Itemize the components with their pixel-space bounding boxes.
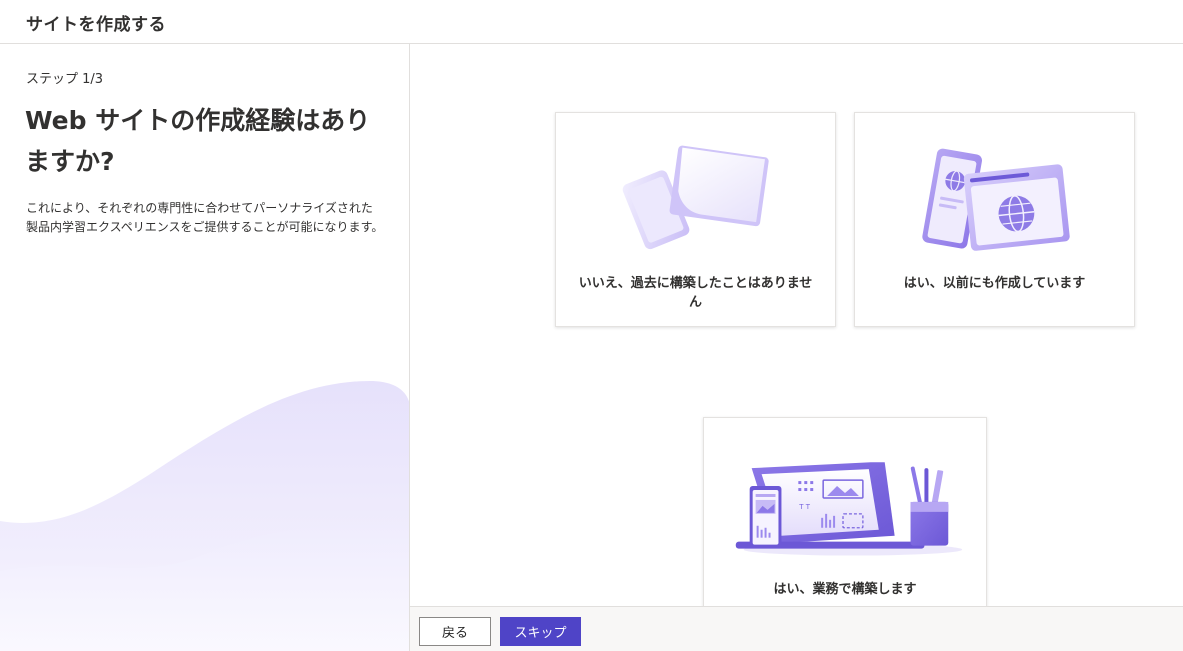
option-label-no-experience: いいえ、過去に構築したことはありません	[578, 276, 813, 310]
top-bar: サイトを作成する	[0, 0, 1183, 44]
footer-bar: 戻る スキップ	[410, 606, 1183, 651]
left-panel: ステップ 1/3 Web サイトの作成経験はありますか? これにより、それぞれの…	[0, 44, 410, 651]
svg-text:T T: T T	[798, 503, 810, 511]
back-button[interactable]: 戻る	[419, 617, 491, 646]
skip-button[interactable]: スキップ	[500, 617, 581, 646]
globe-pages-illustration	[922, 148, 1070, 251]
options-area: いいえ、過去に構築したことはありません はい、以前にも作成しています T T は…	[410, 44, 1183, 606]
step-indicator: ステップ 1/3	[26, 72, 104, 87]
page-title: サイトを作成する	[26, 15, 166, 35]
design-workspace-illustration: T T	[735, 462, 963, 556]
option-card-no-experience[interactable]: いいえ、過去に構築したことはありません	[555, 112, 836, 327]
option-card-professional[interactable]: T T はい、業務で構築します	[703, 417, 987, 606]
option-label-professional: はい、業務で構築します	[773, 582, 917, 597]
question-description: これにより、それぞれの専門性に合わせてパーソナライズされた製品内学習エクスペリエ…	[26, 201, 384, 234]
decorative-waves	[0, 381, 409, 651]
option-label-some-experience: はい、以前にも作成しています	[903, 276, 1086, 291]
loose-papers-illustration	[622, 145, 769, 250]
option-card-some-experience[interactable]: はい、以前にも作成しています	[854, 112, 1135, 327]
question-heading: Web サイトの作成経験はありますか?	[25, 106, 371, 176]
